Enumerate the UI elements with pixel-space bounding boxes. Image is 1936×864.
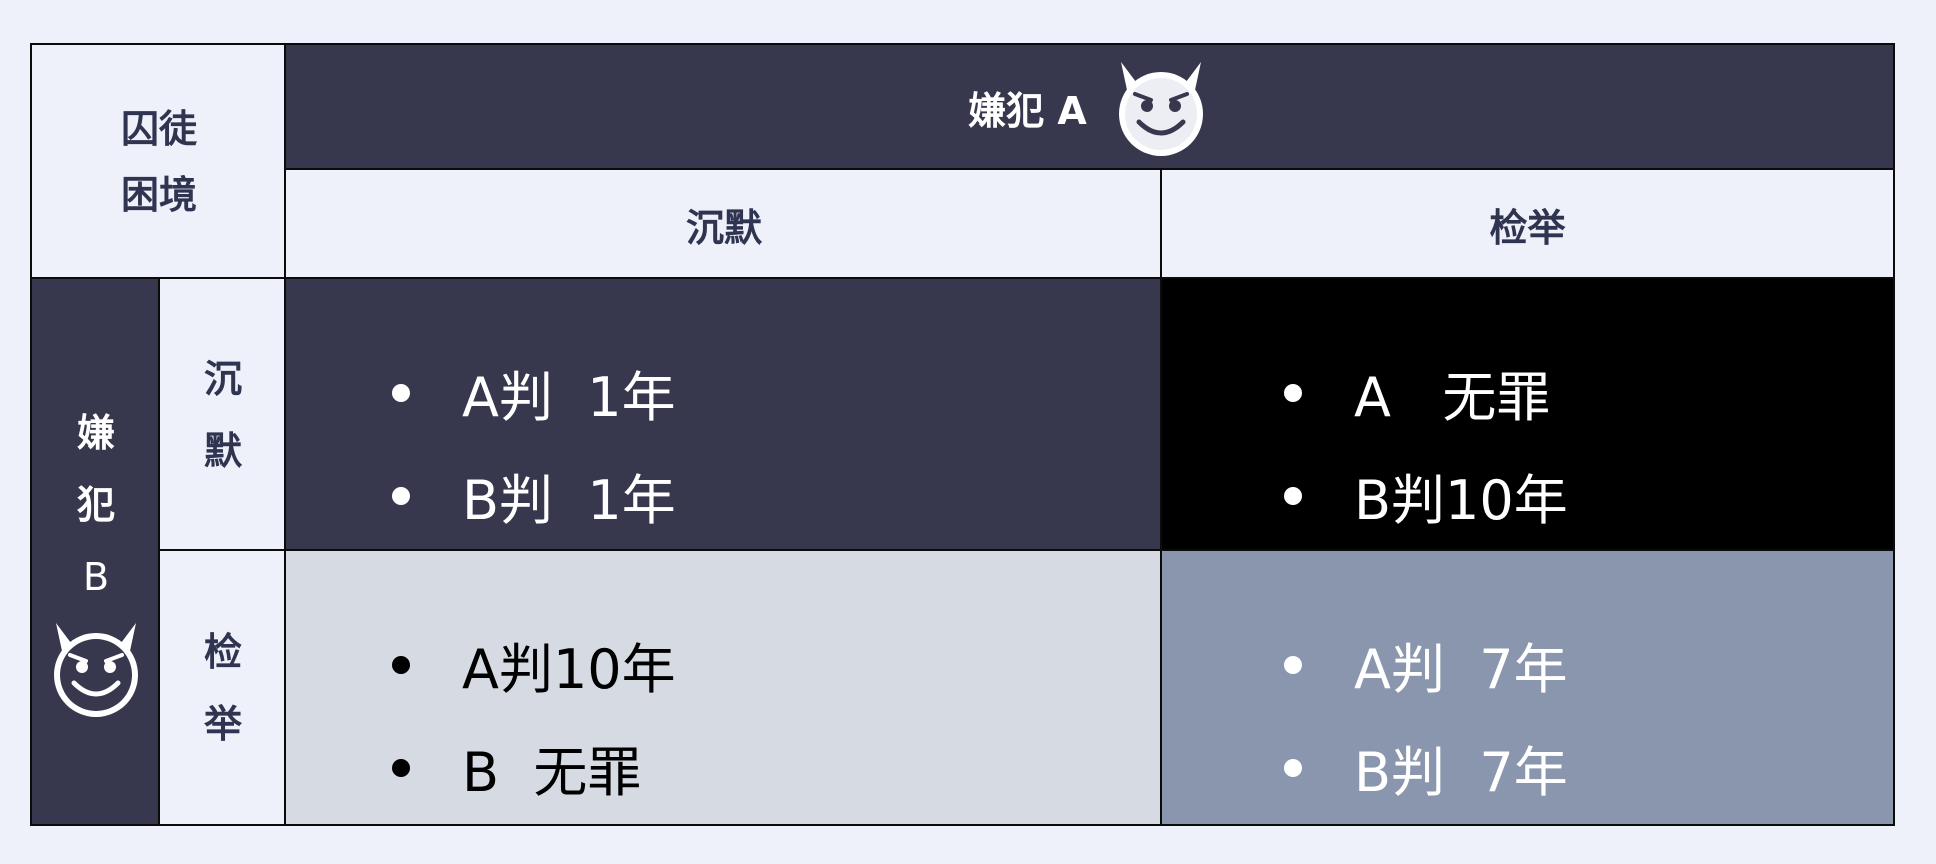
row-header-report: 检 举 [158,549,288,826]
bullet-icon [392,655,410,674]
payoff-text-a: A 无罪 [1354,366,1551,429]
column-header-silent: 沉默 [284,168,1164,281]
bullet-icon [1284,758,1302,777]
row-header-silent-char-2: 默 [203,429,242,473]
payoff-line: A判10年 [392,613,1162,716]
payoff-text-a: A判 7年 [1354,638,1568,701]
bullet-icon [392,383,410,402]
payoff-line: A判 7年 [1284,613,1893,716]
bullet-icon [1284,655,1302,674]
payoff-text-b: B判 7年 [1354,741,1568,804]
payoff-line: B判10年 [1284,444,1893,547]
payoff-silent-report: A 无罪 B判10年 [1160,277,1895,553]
player-b-label-cell: 嫌 犯 B [30,277,162,826]
bullet-icon [392,758,410,777]
payoff-line: B判 1年 [392,444,1162,547]
player-a-label: 嫌犯 A [968,89,1087,133]
payoff-line: B判 7年 [1284,716,1893,819]
payoff-text-b: B判10年 [1354,469,1568,532]
payoff-report-report: A判 7年 B判 7年 [1160,549,1895,826]
payoff-silent-silent: A判 1年 B判 1年 [284,277,1164,553]
payoff-text-b: B判 1年 [462,469,676,532]
column-header-silent-label: 沉默 [685,206,762,250]
bullet-icon [1284,383,1302,402]
player-a-header: 嫌犯 A [284,43,1895,172]
title-line-2: 困境 [120,173,197,217]
column-header-report-label: 检举 [1489,206,1566,250]
player-b-char-1: 嫌 [76,411,115,455]
bullet-icon [392,486,410,505]
payoff-line: A判 1年 [392,341,1162,444]
column-header-report: 检举 [1160,168,1895,281]
player-b-char-2: 犯 [76,483,115,527]
payoff-line: B 无罪 [392,716,1162,819]
title-line-1: 囚徒 [120,107,197,151]
row-header-silent: 沉 默 [158,277,288,553]
row-header-silent-char-1: 沉 [203,357,242,401]
row-header-report-char-1: 检 [203,629,242,674]
devil-face-icon [54,623,138,717]
payoff-text-b: B 无罪 [462,741,642,804]
payoff-text-a: A判 1年 [462,366,676,429]
row-header-report-char-2: 举 [203,701,242,746]
devil-face-icon [1118,61,1203,156]
player-b-char-3: B [82,555,110,599]
payoff-text-a: A判10年 [462,638,676,701]
title-cell: 囚徒 困境 [30,43,288,281]
payoff-line: A 无罪 [1284,341,1893,444]
bullet-icon [1284,486,1302,505]
payoff-report-silent: A判10年 B 无罪 [284,549,1164,826]
